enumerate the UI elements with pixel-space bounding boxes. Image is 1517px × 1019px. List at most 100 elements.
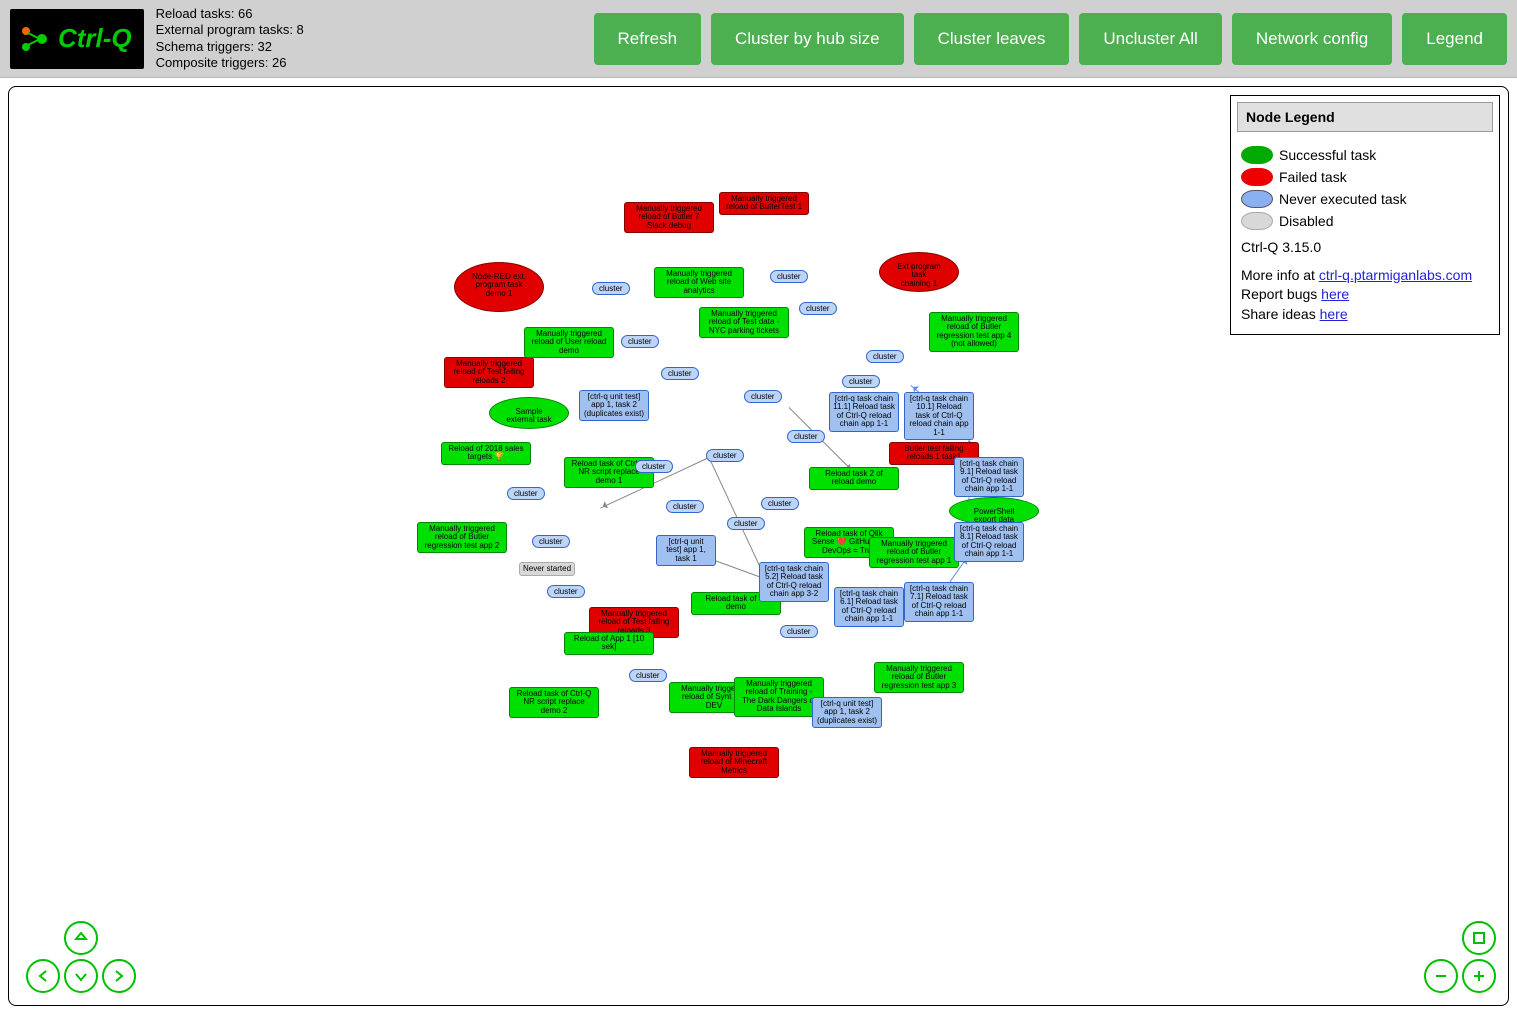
refresh-button[interactable]: Refresh (594, 13, 702, 65)
stat-composite-triggers: Composite triggers: 26 (156, 55, 304, 71)
header-bar: Ctrl-Q Reload tasks: 66 External program… (0, 0, 1517, 78)
arrow-right-icon (111, 968, 127, 984)
cluster-pill[interactable]: cluster (866, 350, 904, 363)
node-green-reload2[interactable]: Reload task 2 of reload demo (809, 467, 899, 490)
legend-label-disabled: Disabled (1279, 213, 1333, 229)
legend-row-failed: Failed task (1241, 168, 1489, 186)
node-green-nyc[interactable]: Manually triggered reload of Test data -… (699, 307, 789, 338)
cluster-pill[interactable]: cluster (799, 302, 837, 315)
arrow-left-icon (35, 968, 51, 984)
pan-left-button[interactable] (26, 959, 60, 993)
cluster-pill[interactable]: cluster (842, 375, 880, 388)
legend-title: Node Legend (1237, 102, 1493, 132)
legend-bugs-link[interactable]: here (1321, 286, 1349, 302)
swatch-disabled-icon (1241, 212, 1273, 230)
node-blue-unit12b[interactable]: [ctrl-q unit test] app 1, task 2 (duplic… (812, 697, 882, 728)
node-blue-tc81[interactable]: [ctrl-q task chain 8.1] Reload task of C… (954, 522, 1024, 562)
cluster-leaves-button[interactable]: Cluster leaves (914, 13, 1070, 65)
cluster-pill[interactable]: cluster (635, 460, 673, 473)
pan-controls (21, 921, 141, 993)
legend-bugs: Report bugs here (1241, 285, 1489, 305)
cluster-pill[interactable]: cluster (761, 497, 799, 510)
node-red-ellipse-left[interactable]: Node-RED ext. program task demo 1 (454, 262, 544, 312)
node-blue-tc91[interactable]: [ctrl-q task chain 9.1] Reload task of C… (954, 457, 1024, 497)
node-green-ellipse-ps[interactable]: PowerShell export data connections (949, 497, 1039, 525)
legend-button[interactable]: Legend (1402, 13, 1507, 65)
node-green-reload2018[interactable]: Reload of 2018 sales targets 🏆 (441, 442, 531, 465)
zoom-out-button[interactable] (1424, 959, 1458, 993)
node-green-butler3[interactable]: Manually triggered reload of Butler regr… (874, 662, 964, 693)
legend-version: Ctrl-Q 3.15.0 (1241, 238, 1489, 258)
brand-text: Ctrl-Q (58, 23, 132, 54)
cluster-pill[interactable]: cluster (787, 430, 825, 443)
stat-schema-triggers: Schema triggers: 32 (156, 39, 304, 55)
swatch-success-icon (1241, 146, 1273, 164)
node-green-training[interactable]: Manually triggered reload of Training - … (734, 677, 824, 717)
legend-more-info: More info at ctrl-q.ptarmiganlabs.com (1241, 266, 1489, 286)
node-red-ellipse-right[interactable]: Ext program task chaining 1 (879, 252, 959, 292)
swatch-never-icon (1241, 190, 1273, 208)
zoom-in-button[interactable] (1462, 959, 1496, 993)
cluster-pill[interactable]: cluster (547, 585, 585, 598)
legend-ideas-link[interactable]: here (1320, 306, 1348, 322)
node-red-failing2[interactable]: Manually triggered reload of Test failin… (444, 357, 534, 388)
legend-label-failed: Failed task (1279, 169, 1347, 185)
minus-icon (1433, 968, 1449, 984)
arrow-down-icon (73, 968, 89, 984)
cluster-pill[interactable]: cluster (532, 535, 570, 548)
node-blue-unit12a[interactable]: [ctrl-q unit test] app 1, task 2 (duplic… (579, 390, 649, 421)
header-buttons: Refresh Cluster by hub size Cluster leav… (594, 13, 1507, 65)
cluster-pill[interactable]: cluster (621, 335, 659, 348)
node-green-butler4[interactable]: Manually triggered reload of Butler regr… (929, 312, 1019, 352)
node-green-ellipse-sample[interactable]: Sample external task (489, 397, 569, 429)
network-config-button[interactable]: Network config (1232, 13, 1392, 65)
stat-ext-prog-tasks: External program tasks: 8 (156, 22, 304, 38)
node-red-butler7[interactable]: Manually triggered reload of Butler 7 Sl… (624, 202, 714, 233)
legend-row-disabled: Disabled (1241, 212, 1489, 230)
header-stats: Reload tasks: 66 External program tasks:… (156, 6, 304, 71)
swatch-failed-icon (1241, 168, 1273, 186)
cluster-pill[interactable]: cluster (770, 270, 808, 283)
arrow-up-icon (73, 930, 89, 946)
cluster-pill[interactable]: cluster (666, 500, 704, 513)
cluster-pill[interactable]: cluster (744, 390, 782, 403)
cluster-pill[interactable]: cluster (507, 487, 545, 500)
cluster-pill[interactable]: cluster (661, 367, 699, 380)
legend-label-never: Never executed task (1279, 191, 1407, 207)
cluster-pill[interactable]: cluster (629, 669, 667, 682)
cluster-pill[interactable]: cluster (780, 625, 818, 638)
pan-right-button[interactable] (102, 959, 136, 993)
cluster-pill[interactable]: cluster (727, 517, 765, 530)
node-red-minecraft[interactable]: Manually triggered reload of Minecraft M… (689, 747, 779, 778)
stat-reload-tasks: Reload tasks: 66 (156, 6, 304, 22)
node-green-butler2[interactable]: Manually triggered reload of Butler regr… (417, 522, 507, 553)
fit-icon (1471, 930, 1487, 946)
node-green-user[interactable]: Manually triggered reload of User reload… (524, 327, 614, 358)
node-blue-unit11[interactable]: [ctrl-q unit test] app 1, task 1 (656, 535, 716, 566)
zoom-fit-button[interactable] (1462, 921, 1496, 955)
cluster-pill[interactable]: cluster (592, 282, 630, 295)
pan-up-button[interactable] (64, 921, 98, 955)
node-blue-tc52[interactable]: [ctrl-q task chain 5.2] Reload task of C… (759, 562, 829, 602)
legend-more-info-link[interactable]: ctrl-q.ptarmiganlabs.com (1319, 267, 1472, 283)
cluster-pill[interactable]: cluster (706, 449, 744, 462)
node-blue-tc61[interactable]: [ctrl-q task chain 6.1] Reload task of C… (834, 587, 904, 627)
node-red-buttertest[interactable]: Manually triggered reload of ButterTest … (719, 192, 809, 215)
node-blue-tc101[interactable]: [ctrl-q task chain 10.1] Reload task of … (904, 392, 974, 440)
uncluster-all-button[interactable]: Uncluster All (1079, 13, 1221, 65)
node-green-butler1[interactable]: Manually triggered reload of Butler regr… (869, 537, 959, 568)
node-green-app1[interactable]: Reload of App 1 [10 sek] (564, 632, 654, 655)
logo-icon (16, 21, 52, 57)
node-blue-tc111[interactable]: [ctrl-q task chain 11.1] Reload task of … (829, 392, 899, 432)
node-grey-never-started[interactable]: Never started (519, 562, 575, 576)
node-green-web[interactable]: Manually triggered reload of Web site an… (654, 267, 744, 298)
pan-down-button[interactable] (64, 959, 98, 993)
legend-ideas: Share ideas here (1241, 305, 1489, 325)
node-blue-tc71[interactable]: [ctrl-q task chain 7.1] Reload task of C… (904, 582, 974, 622)
network-canvas[interactable]: Node-RED ext. program task demo 1 Ext pr… (8, 86, 1509, 1006)
legend-body: Successful task Failed task Never execut… (1231, 138, 1499, 334)
node-green-nr2[interactable]: Reload task of Ctrl-Q NR script replace … (509, 687, 599, 718)
legend-label-success: Successful task (1279, 147, 1376, 163)
cluster-by-hub-size-button[interactable]: Cluster by hub size (711, 13, 904, 65)
legend-panel: Node Legend Successful task Failed task … (1230, 95, 1500, 335)
